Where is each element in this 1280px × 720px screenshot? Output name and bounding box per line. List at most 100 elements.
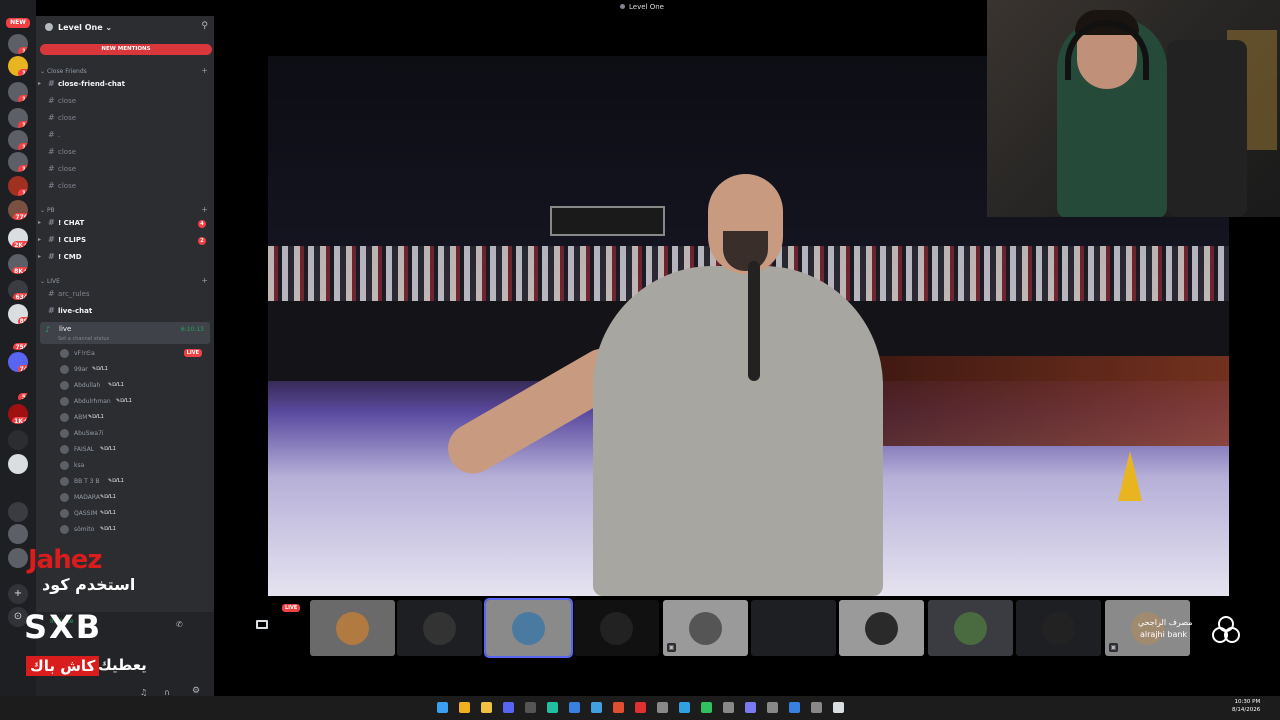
add-channel-icon[interactable]: + — [201, 205, 208, 214]
channel-item[interactable]: #! CHAT ▸ 4 — [38, 217, 210, 231]
add-channel-icon[interactable]: + — [201, 66, 208, 75]
server-icon[interactable]: 750 — [8, 330, 28, 350]
voice-user-row[interactable]: Abdulrhman ✎LVL1 — [60, 395, 210, 409]
server-icon[interactable]: 1 — [8, 56, 28, 76]
server-icon[interactable] — [8, 502, 28, 522]
taskbar-app-icon[interactable] — [591, 702, 602, 713]
server-icon[interactable]: 1 — [8, 176, 28, 196]
server-icon[interactable] — [8, 454, 28, 474]
channel-item[interactable]: # close — [44, 112, 210, 126]
taskbar-app-icon[interactable] — [789, 702, 800, 713]
server-dot-icon — [620, 4, 625, 9]
server-icon[interactable]: 1 — [8, 108, 28, 128]
unread-badge: 5 — [18, 393, 28, 400]
voice-user-row[interactable]: 99ar ✎LVL1 — [60, 363, 210, 377]
taskbar-app-icon[interactable] — [701, 702, 712, 713]
voice-user-row[interactable]: QASSIM ✎LVL1 — [60, 507, 210, 521]
add-channel-icon[interactable]: + — [201, 276, 208, 285]
voice-user-row[interactable]: Abdullah ✎LVL1 — [60, 379, 210, 393]
taskbar-app-icon[interactable] — [503, 702, 514, 713]
voice-user-row[interactable]: ABM ✎LVL1 — [60, 411, 210, 425]
taskbar-app-icon[interactable] — [745, 702, 756, 713]
voice-user-row[interactable]: FAISAL ✎LVL1 — [60, 443, 210, 457]
participant-tile[interactable] — [397, 600, 482, 656]
channel-item[interactable]: # arc_rules — [44, 288, 210, 302]
taskbar-app-icon[interactable] — [613, 702, 624, 713]
server-icon[interactable]: 1 — [8, 130, 28, 150]
new-mentions-banner[interactable]: NEW MENTIONS — [40, 44, 212, 55]
channel-item[interactable]: # close — [44, 163, 210, 177]
voice-user-row[interactable]: ksa — [60, 459, 210, 473]
server-icon[interactable]: 1 — [8, 82, 28, 102]
hash-icon: # — [48, 164, 55, 173]
add-server-icon[interactable]: + — [8, 584, 28, 604]
channel-item[interactable]: # close-friend-chat ▸ — [38, 78, 210, 92]
voice-user-row[interactable]: sômito ✎LVL1 — [60, 523, 210, 537]
participant-tile[interactable] — [928, 600, 1013, 656]
server-icon[interactable] — [8, 478, 28, 498]
taskbar-app-icon[interactable] — [657, 702, 668, 713]
channel-item[interactable]: #. — [44, 129, 210, 143]
channel-item[interactable]: # close — [44, 146, 210, 160]
new-indicator[interactable]: NEW — [6, 18, 30, 28]
taskbar-app-icon[interactable] — [525, 702, 536, 713]
voice-user-row[interactable]: BB T 3 B ✎LVL1 — [60, 475, 210, 489]
category-close-friends[interactable]: ⌄ Close Friends — [40, 68, 87, 75]
server-icon[interactable] — [8, 430, 28, 450]
channel-name: ! CHAT — [58, 219, 85, 227]
channel-item[interactable]: # live-chat — [44, 305, 210, 319]
category-live[interactable]: ⌄ LIVE — [40, 278, 60, 285]
mention-count-badge: 4 — [198, 220, 206, 228]
voice-channel-live[interactable]: ♪ live Set a channel status 6:10:13 — [40, 322, 210, 344]
voice-user-row[interactable]: MADARA ✎LVL1 — [60, 491, 210, 505]
taskbar-app-icon[interactable] — [833, 702, 844, 713]
hash-icon: # — [48, 96, 55, 105]
taskbar-app-icon[interactable] — [723, 702, 734, 713]
voice-user-row[interactable]: vF!r∈a LIVE — [60, 347, 210, 361]
participant-tile[interactable] — [310, 600, 395, 656]
channel-item[interactable]: # close — [44, 180, 210, 194]
participant-tile[interactable] — [839, 600, 924, 656]
server-icon[interactable]: 74 — [8, 352, 28, 372]
windows-taskbar: 10:30 PM 8/14/2026 — [0, 696, 1280, 720]
unread-badge: 776 — [13, 213, 28, 220]
channel-item[interactable]: # close — [44, 95, 210, 109]
taskbar-app-icon[interactable] — [481, 702, 492, 713]
category-pb[interactable]: ⌄ PB — [40, 207, 55, 214]
server-icon[interactable]: 8K+ — [8, 254, 28, 274]
server-icon[interactable]: 1K+ — [8, 404, 28, 424]
channel-item[interactable]: #! CMD ▸ — [38, 251, 210, 265]
server-icon[interactable]: 1 — [8, 34, 28, 54]
taskbar-app-icon[interactable] — [459, 702, 470, 713]
channel-item[interactable]: #! CLIPS ▸ 2 — [38, 234, 210, 248]
participant-tile[interactable]: ▣ — [663, 600, 748, 656]
voice-user-row[interactable]: AbuSwa7i — [60, 427, 210, 441]
server-icon[interactable] — [8, 548, 28, 568]
add-user-icon[interactable]: ⚲ — [201, 21, 208, 31]
voice-channel-name: live — [59, 325, 72, 333]
server-header[interactable]: Level One ⌄ ⚲ — [36, 16, 214, 40]
taskbar-app-icon[interactable] — [547, 702, 558, 713]
participant-tile[interactable] — [1016, 600, 1101, 656]
participant-tile[interactable] — [484, 598, 573, 658]
participant-tile[interactable] — [751, 600, 836, 656]
settings-gear-icon[interactable]: ⚙ — [192, 686, 200, 696]
server-icon[interactable] — [8, 524, 28, 544]
taskbar-app-icon[interactable] — [679, 702, 690, 713]
screen-share-tile[interactable]: LIVE — [250, 600, 304, 656]
voice-channel-status[interactable]: Set a channel status — [58, 336, 109, 342]
taskbar-app-icon[interactable] — [569, 702, 580, 713]
disconnect-icon[interactable]: ✆ — [176, 620, 183, 629]
server-icon[interactable]: 5 — [8, 380, 28, 400]
server-icon[interactable]: 776 — [8, 200, 28, 220]
taskbar-app-icon[interactable] — [635, 702, 646, 713]
taskbar-app-icon[interactable] — [437, 702, 448, 713]
participant-tile[interactable] — [574, 600, 659, 656]
system-clock[interactable]: 10:30 PM 8/14/2026 — [1232, 698, 1260, 714]
server-icon[interactable]: 2K+ — [8, 228, 28, 248]
server-icon[interactable]: 634 — [8, 280, 28, 300]
server-icon[interactable]: 1 — [8, 152, 28, 172]
taskbar-app-icon[interactable] — [767, 702, 778, 713]
server-icon[interactable]: 89 — [8, 304, 28, 324]
taskbar-app-icon[interactable] — [811, 702, 822, 713]
